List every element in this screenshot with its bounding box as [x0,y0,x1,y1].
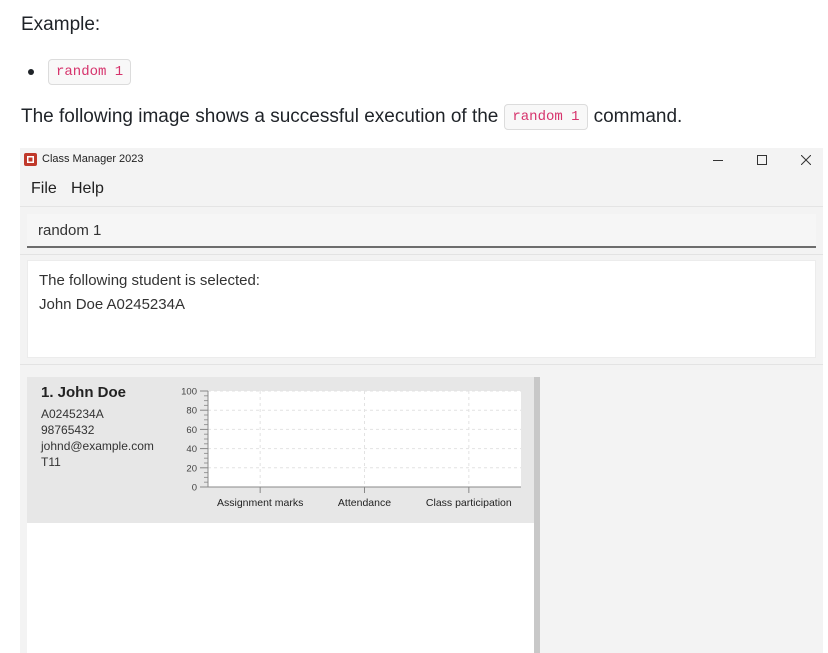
chart-x-tick-label: Class participation [426,497,512,509]
chart-y-tick-label: 40 [186,444,197,455]
description-after: command. [593,106,683,128]
chart-x-tick-label: Attendance [338,497,391,509]
title-bar[interactable]: Class Manager 2023 [20,148,823,172]
menu-help[interactable]: Help [71,180,104,198]
command-input[interactable] [27,214,816,246]
menu-bar: File Help [20,172,823,207]
chart-y-tick-label: 80 [186,406,197,417]
student-email: johnd@example.com [41,439,154,453]
chart-x-tick-label: Assignment marks [217,497,303,509]
student-card[interactable]: 1. John Doe A0245234A 98765432 johnd@exa… [27,377,534,523]
result-line: John Doe A0245234A [39,296,185,313]
divider [20,364,823,365]
student-list-panel[interactable]: 1. John Doe A0245234A 98765432 johnd@exa… [27,377,534,653]
close-button[interactable] [784,148,823,172]
chart-y-tick-label: 0 [192,483,197,494]
chart-y-tick-label: 20 [186,463,197,474]
student-tutorial: T11 [41,455,61,469]
description-before: The following image shows a successful e… [21,106,499,128]
minimize-icon [713,160,723,161]
student-id: A0245234A [41,407,104,421]
example-command-code: random 1 [48,59,132,85]
result-line: The following student is selected: [39,272,260,289]
example-bullet: random 1 [28,59,132,85]
close-icon [801,155,811,165]
student-name: 1. John Doe [41,384,127,401]
window-title: Class Manager 2023 [42,153,144,165]
menu-file[interactable]: File [31,180,57,198]
side-panel [540,377,816,653]
description-text: The following image shows a successful e… [21,104,682,130]
app-window: Class Manager 2023 File Help The followi… [20,148,823,653]
student-phone: 98765432 [41,423,95,437]
app-icon [24,153,37,166]
bullet-dot [28,69,34,75]
result-display: The following student is selected: John … [27,260,816,358]
student-grades-chart: 0 20 40 60 80 100 Assignment marks Attendance Cl… [181,387,521,509]
command-box [27,214,816,248]
chart-y-tick-label: 100 [181,387,197,398]
description-command-code: random 1 [504,104,588,130]
minimize-button[interactable] [696,148,740,172]
maximize-icon [757,155,767,165]
section-heading: Example: [21,14,101,35]
chart-y-tick-label: 60 [186,425,197,436]
divider [20,254,823,255]
maximize-button[interactable] [740,148,784,172]
